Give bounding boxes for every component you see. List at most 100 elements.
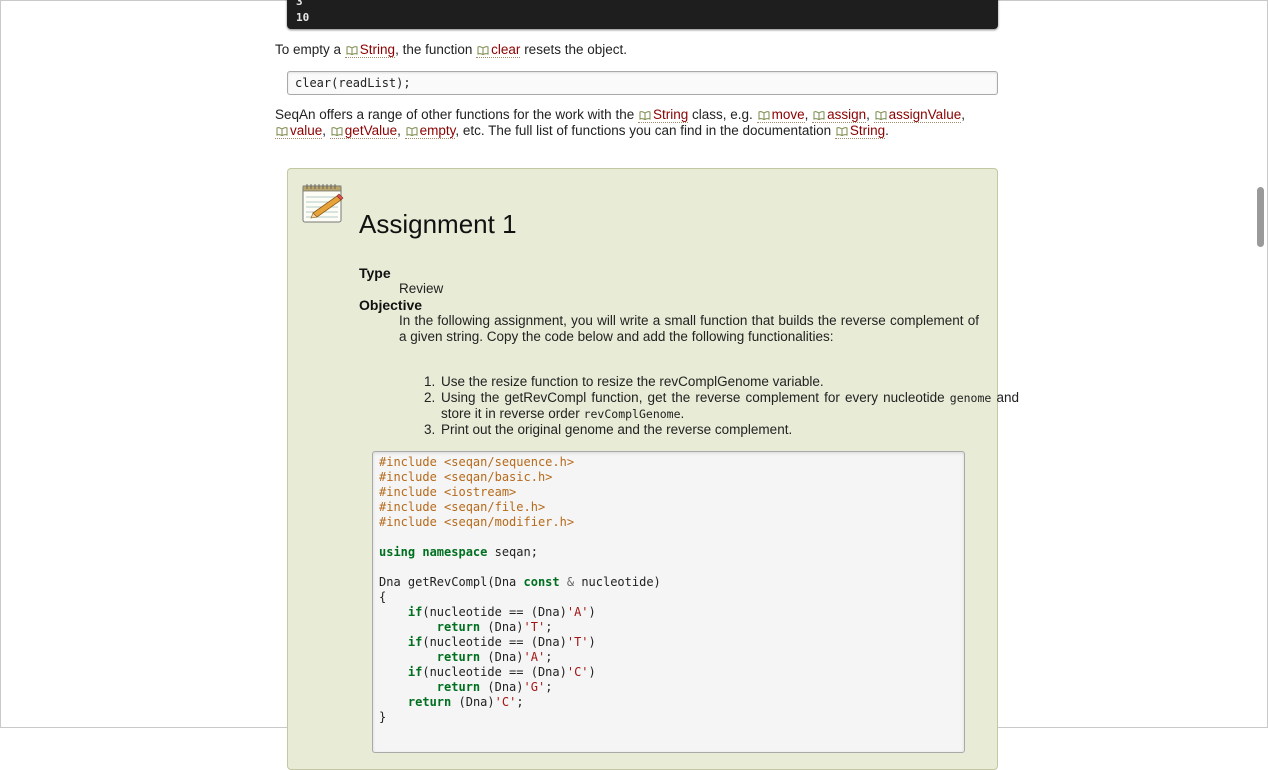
keyword: return: [436, 680, 481, 694]
previous-output-block: 3 10: [287, 0, 998, 29]
book-icon: [406, 127, 418, 136]
list-item: Print out the original genome and the re…: [439, 422, 1019, 438]
operator: &: [559, 575, 582, 589]
step-text: Print out the original genome and the re…: [441, 422, 793, 437]
output-line: 10: [296, 11, 310, 24]
keyword: return: [407, 695, 452, 709]
move-doc-link[interactable]: move: [756, 107, 805, 123]
string-doc-link[interactable]: String: [637, 107, 689, 123]
text: , etc. The full list of functions you ca…: [455, 123, 832, 138]
book-icon: [477, 46, 489, 55]
link-label: String: [652, 107, 689, 122]
keyword: if: [407, 665, 423, 679]
code-text: {: [379, 590, 387, 604]
scrollbar-thumb[interactable]: [1257, 187, 1264, 247]
paragraph-functions: SeqAn offers a range of other functions …: [275, 107, 965, 139]
include-line: #include <iostream>: [379, 485, 517, 499]
objective-label: Objective: [359, 297, 423, 313]
value-doc-link[interactable]: value: [275, 123, 323, 139]
code-text: (Dna): [451, 695, 495, 709]
assignment-title: Assignment 1: [359, 209, 517, 239]
assignment-code-block: #include <seqan/sequence.h> #include <se…: [372, 451, 965, 753]
book-icon: [346, 46, 358, 55]
code-text: nucleotide): [581, 575, 661, 589]
list-item: Using the getRevCompl function, get the …: [439, 390, 1019, 422]
code-text: Dna getRevCompl(Dna: [379, 575, 524, 589]
string-literal: 'G': [523, 680, 546, 694]
step-text: Use the resize function to resize the re…: [441, 374, 824, 389]
code-text: (nucleotide == (Dna): [422, 635, 567, 649]
objective-field: Objective In the following assignment, y…: [359, 297, 979, 345]
link-label: clear: [491, 42, 521, 57]
step-text: .: [680, 406, 685, 421]
text: To empty a: [275, 42, 342, 57]
code-text: ;: [545, 650, 553, 664]
type-label: Type: [359, 265, 391, 281]
string-doc-link[interactable]: String: [834, 123, 886, 139]
include-line: #include <seqan/basic.h>: [379, 470, 553, 484]
code-listing: #include <seqan/sequence.h> #include <se…: [373, 452, 964, 725]
include-line: #include <seqan/sequence.h>: [379, 455, 575, 469]
code-text: ;: [516, 695, 524, 709]
paragraph-empty-string: To empty a String, the function clear re…: [275, 42, 975, 58]
keyword: if: [407, 635, 423, 649]
text: resets the object.: [524, 42, 627, 57]
link-label: String: [849, 123, 886, 138]
keyword: return: [436, 650, 481, 664]
string-literal: 'C': [566, 665, 589, 679]
keyword: const: [523, 575, 560, 589]
book-icon: [758, 111, 770, 120]
clear-code-snippet: clear(readList);: [287, 71, 998, 95]
string-literal: 'T': [566, 635, 589, 649]
steps-list: Use the resize function to resize the re…: [399, 374, 1019, 438]
string-literal: 'A': [566, 605, 589, 619]
link-label: assign: [827, 107, 867, 122]
link-label: move: [771, 107, 805, 122]
inline-code: genome: [949, 391, 992, 405]
code-text: (Dna): [480, 650, 524, 664]
text: SeqAn offers a range of other functions …: [275, 107, 635, 122]
include-line: #include <seqan/file.h>: [379, 500, 546, 514]
code-text: ): [588, 635, 596, 649]
vertical-scrollbar[interactable]: [1254, 0, 1266, 726]
empty-doc-link[interactable]: empty: [404, 123, 456, 139]
code-text: (Dna): [480, 680, 524, 694]
string-doc-link[interactable]: String: [344, 42, 396, 58]
code-text: (Dna): [480, 620, 524, 634]
link-label: value: [290, 123, 323, 138]
book-icon: [331, 127, 343, 136]
book-icon: [813, 111, 825, 120]
code-text: }: [379, 710, 387, 724]
code-text: clear(readList);: [295, 76, 411, 90]
book-icon: [276, 127, 288, 136]
code-text: seqan;: [487, 545, 538, 559]
assign-doc-link[interactable]: assign: [812, 107, 867, 123]
string-literal: 'A': [523, 650, 546, 664]
string-literal: 'C': [494, 695, 517, 709]
text: .: [885, 123, 889, 138]
step-text: Using the getRevCompl function, get the …: [441, 390, 945, 405]
code-text: ): [588, 605, 596, 619]
code-text: (nucleotide == (Dna): [422, 665, 567, 679]
output-line: 3: [296, 0, 303, 8]
list-item: Use the resize function to resize the re…: [439, 374, 1019, 390]
code-text: ;: [545, 680, 553, 694]
text: class, e.g.: [692, 107, 753, 122]
keyword: using namespace: [379, 545, 488, 559]
code-text: ): [588, 665, 596, 679]
clear-doc-link[interactable]: clear: [476, 42, 521, 58]
code-text: (nucleotide == (Dna): [422, 605, 567, 619]
type-value: Review: [399, 281, 444, 296]
assignvalue-doc-link[interactable]: assignValue: [873, 107, 962, 123]
link-label: getValue: [344, 123, 398, 138]
keyword: if: [407, 605, 423, 619]
getvalue-doc-link[interactable]: getValue: [329, 123, 398, 139]
code-text: ;: [545, 620, 553, 634]
book-icon: [836, 127, 848, 136]
book-icon: [639, 111, 651, 120]
assignment-box: Assignment 1 Type Review Objective In th…: [287, 168, 1019, 770]
text: , the function: [395, 42, 473, 57]
link-label: empty: [419, 123, 456, 138]
type-field: Type Review: [359, 265, 979, 297]
link-label: assignValue: [888, 107, 962, 122]
